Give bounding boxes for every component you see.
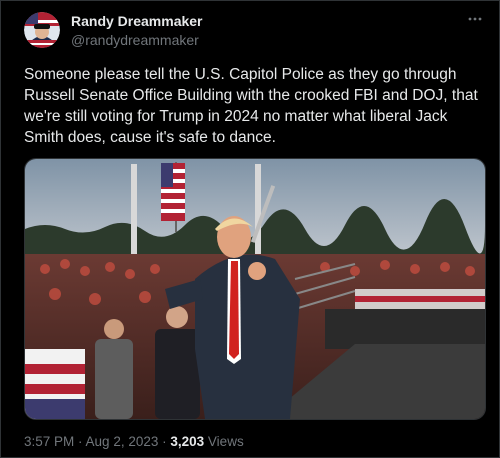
more-horizontal-icon [466,15,484,32]
video-still-image [25,159,485,419]
post-text: Someone please tell the U.S. Capitol Pol… [24,66,478,146]
views-label: Views [204,434,244,449]
separator-dot: · [158,434,171,449]
post-time[interactable]: 3:57 PM [24,434,74,449]
post-media[interactable] [24,158,486,420]
more-options-button[interactable] [465,10,485,30]
author-display-name[interactable]: Randy Dreammaker [71,13,203,29]
author-handle[interactable]: @randydreammaker [71,32,199,48]
avatar[interactable] [24,12,60,48]
post-meta: 3:57 PM · Aug 2, 2023 · 3,203 Views [24,434,244,449]
views-count[interactable]: 3,203 [170,434,204,449]
tweet-card[interactable]: Randy Dreammaker @randydreammaker Someon… [0,0,500,458]
separator-dot: · [74,434,86,449]
post-date[interactable]: Aug 2, 2023 [86,434,159,449]
